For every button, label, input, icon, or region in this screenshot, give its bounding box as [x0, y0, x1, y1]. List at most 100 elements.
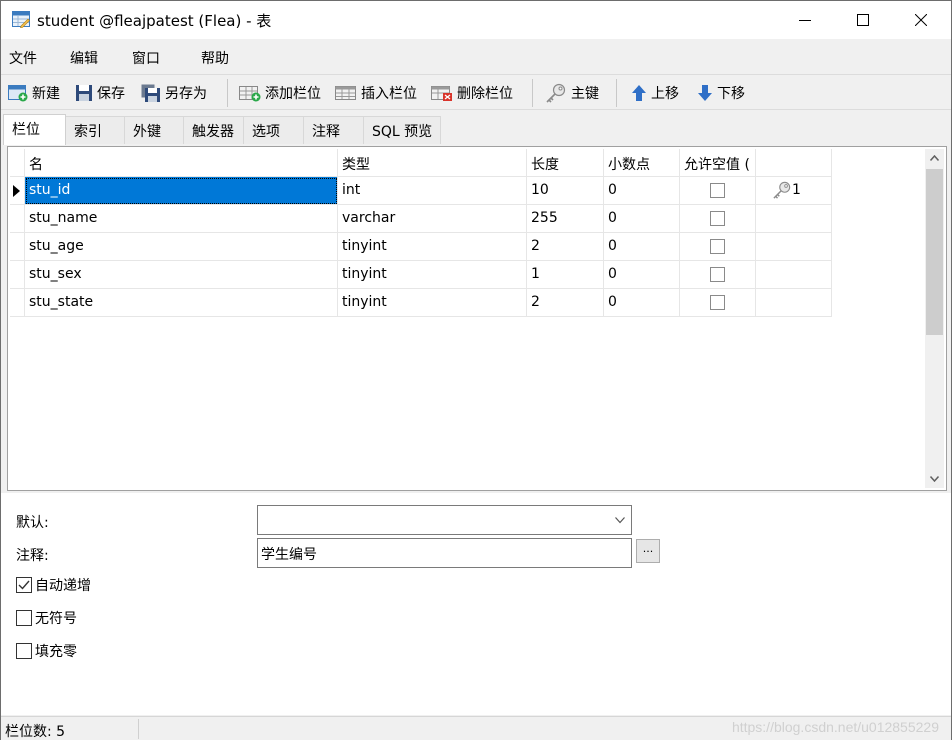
cell-nullable[interactable] — [680, 289, 756, 317]
new-label: 新建 — [32, 86, 60, 102]
maximize-button[interactable] — [834, 1, 892, 39]
cell-type[interactable]: varchar — [338, 205, 527, 233]
tab-triggers[interactable]: 触发器 — [183, 116, 244, 144]
cell-key[interactable] — [756, 261, 832, 289]
field-count: 栏位数: 5 — [5, 724, 66, 740]
cell-name[interactable]: stu_sex — [25, 261, 338, 289]
primary-key-icon — [773, 181, 791, 199]
cell-nullable[interactable] — [680, 261, 756, 289]
table-design-icon — [12, 10, 30, 29]
col-header-decimals[interactable]: 小数点 — [604, 149, 680, 177]
menu-file[interactable]: 文件 — [9, 48, 37, 68]
cell-key[interactable]: 1 — [756, 177, 832, 205]
add-column-button[interactable]: 添加栏位 — [239, 82, 321, 104]
vertical-scrollbar[interactable] — [925, 149, 944, 488]
cell-nullable[interactable] — [680, 205, 756, 233]
cell-type[interactable]: tinyint — [338, 289, 527, 317]
col-header-key[interactable] — [756, 149, 832, 177]
move-down-button[interactable]: 下移 — [697, 82, 745, 104]
comment-input[interactable]: 学生编号 — [257, 538, 632, 568]
auto-increment-checkbox[interactable]: 自动递增 — [16, 575, 91, 595]
col-header-type[interactable]: 类型 — [338, 149, 527, 177]
scroll-down-icon[interactable] — [930, 476, 939, 482]
cell-length[interactable]: 1 — [527, 261, 604, 289]
cell-decimals[interactable]: 0 — [604, 205, 680, 233]
tab-indexes[interactable]: 索引 — [65, 116, 125, 144]
menu-window[interactable]: 窗口 — [132, 48, 160, 68]
cell-key[interactable] — [756, 289, 832, 317]
close-button[interactable] — [892, 1, 950, 39]
auto-increment-label: 自动递增 — [35, 578, 91, 594]
add-column-icon — [239, 86, 261, 102]
cell-name[interactable]: stu_state — [25, 289, 338, 317]
col-header-nullable[interactable]: 允许空值 ( — [680, 149, 756, 177]
cell-type[interactable]: tinyint — [338, 233, 527, 261]
menu-bar: 文件 编辑 窗口 帮助 — [1, 41, 951, 73]
cell-length[interactable]: 10 — [527, 177, 604, 205]
save-icon — [76, 85, 92, 101]
tab-sql-preview[interactable]: SQL 预览 — [363, 116, 441, 144]
cell-decimals[interactable]: 0 — [604, 261, 680, 289]
cell-decimals[interactable]: 0 — [604, 233, 680, 261]
col-header-length[interactable]: 长度 — [527, 149, 604, 177]
cell-decimals[interactable]: 0 — [604, 177, 680, 205]
new-button[interactable]: 新建 — [8, 82, 60, 104]
row-indicator[interactable] — [10, 205, 25, 233]
menu-help[interactable]: 帮助 — [201, 48, 229, 68]
minimize-button[interactable] — [776, 1, 834, 39]
save-as-label: 另存为 — [165, 86, 207, 102]
nullable-checkbox[interactable] — [710, 267, 725, 282]
scroll-thumb[interactable] — [926, 169, 943, 335]
col-header-name[interactable]: 名 — [25, 149, 338, 177]
cell-length[interactable]: 2 — [527, 233, 604, 261]
row-indicator[interactable] — [10, 289, 25, 317]
cell-length[interactable]: 255 — [527, 205, 604, 233]
arrow-down-icon — [698, 85, 712, 101]
tab-columns[interactable]: 栏位 — [3, 114, 66, 145]
tab-options[interactable]: 选项 — [243, 116, 304, 144]
checkbox-unchecked-icon — [16, 610, 32, 626]
cell-type[interactable]: tinyint — [338, 261, 527, 289]
save-button[interactable]: 保存 — [75, 82, 125, 104]
cell-name[interactable]: stu_name — [25, 205, 338, 233]
zerofill-label: 填充零 — [35, 644, 77, 660]
move-up-button[interactable]: 上移 — [631, 82, 679, 104]
cell-name[interactable]: stu_id — [25, 177, 338, 205]
cell-length[interactable]: 2 — [527, 289, 604, 317]
primary-key-button[interactable]: 主键 — [545, 82, 599, 104]
cell-key[interactable] — [756, 205, 832, 233]
row-indicator[interactable] — [10, 177, 25, 205]
insert-column-button[interactable]: 插入栏位 — [335, 82, 417, 104]
cell-nullable[interactable] — [680, 233, 756, 261]
cell-type[interactable]: int — [338, 177, 527, 205]
tab-foreign-keys[interactable]: 外键 — [124, 116, 184, 144]
nullable-checkbox[interactable] — [710, 183, 725, 198]
cell-name[interactable]: stu_age — [25, 233, 338, 261]
title-bar: student @fleajpatest (Flea) - 表 — [1, 1, 951, 39]
nullable-checkbox[interactable] — [710, 295, 725, 310]
nullable-checkbox[interactable] — [710, 211, 725, 226]
nullable-checkbox[interactable] — [710, 239, 725, 254]
unsigned-checkbox[interactable]: 无符号 — [16, 608, 77, 628]
default-label: 默认: — [16, 515, 49, 531]
cell-decimals[interactable]: 0 — [604, 289, 680, 317]
row-indicator[interactable] — [10, 233, 25, 261]
scroll-up-icon[interactable] — [930, 155, 939, 161]
delete-column-label: 删除栏位 — [457, 86, 513, 102]
cell-nullable[interactable] — [680, 177, 756, 205]
delete-column-button[interactable]: 删除栏位 — [431, 82, 513, 104]
default-value-combo[interactable] — [257, 505, 632, 535]
comment-ellipsis-button[interactable]: ... — [636, 539, 660, 563]
tab-comment[interactable]: 注释 — [303, 116, 364, 144]
toolbar-separator — [616, 79, 617, 107]
toolbar-separator — [532, 79, 533, 107]
chevron-down-icon — [615, 517, 625, 524]
move-down-label: 下移 — [717, 86, 745, 102]
new-table-icon — [8, 85, 28, 102]
cell-key[interactable] — [756, 233, 832, 261]
row-indicator[interactable] — [10, 261, 25, 289]
menu-edit[interactable]: 编辑 — [70, 48, 98, 68]
save-as-button[interactable]: 另存为 — [141, 82, 207, 104]
arrow-up-icon — [632, 85, 646, 101]
zerofill-checkbox[interactable]: 填充零 — [16, 641, 77, 661]
